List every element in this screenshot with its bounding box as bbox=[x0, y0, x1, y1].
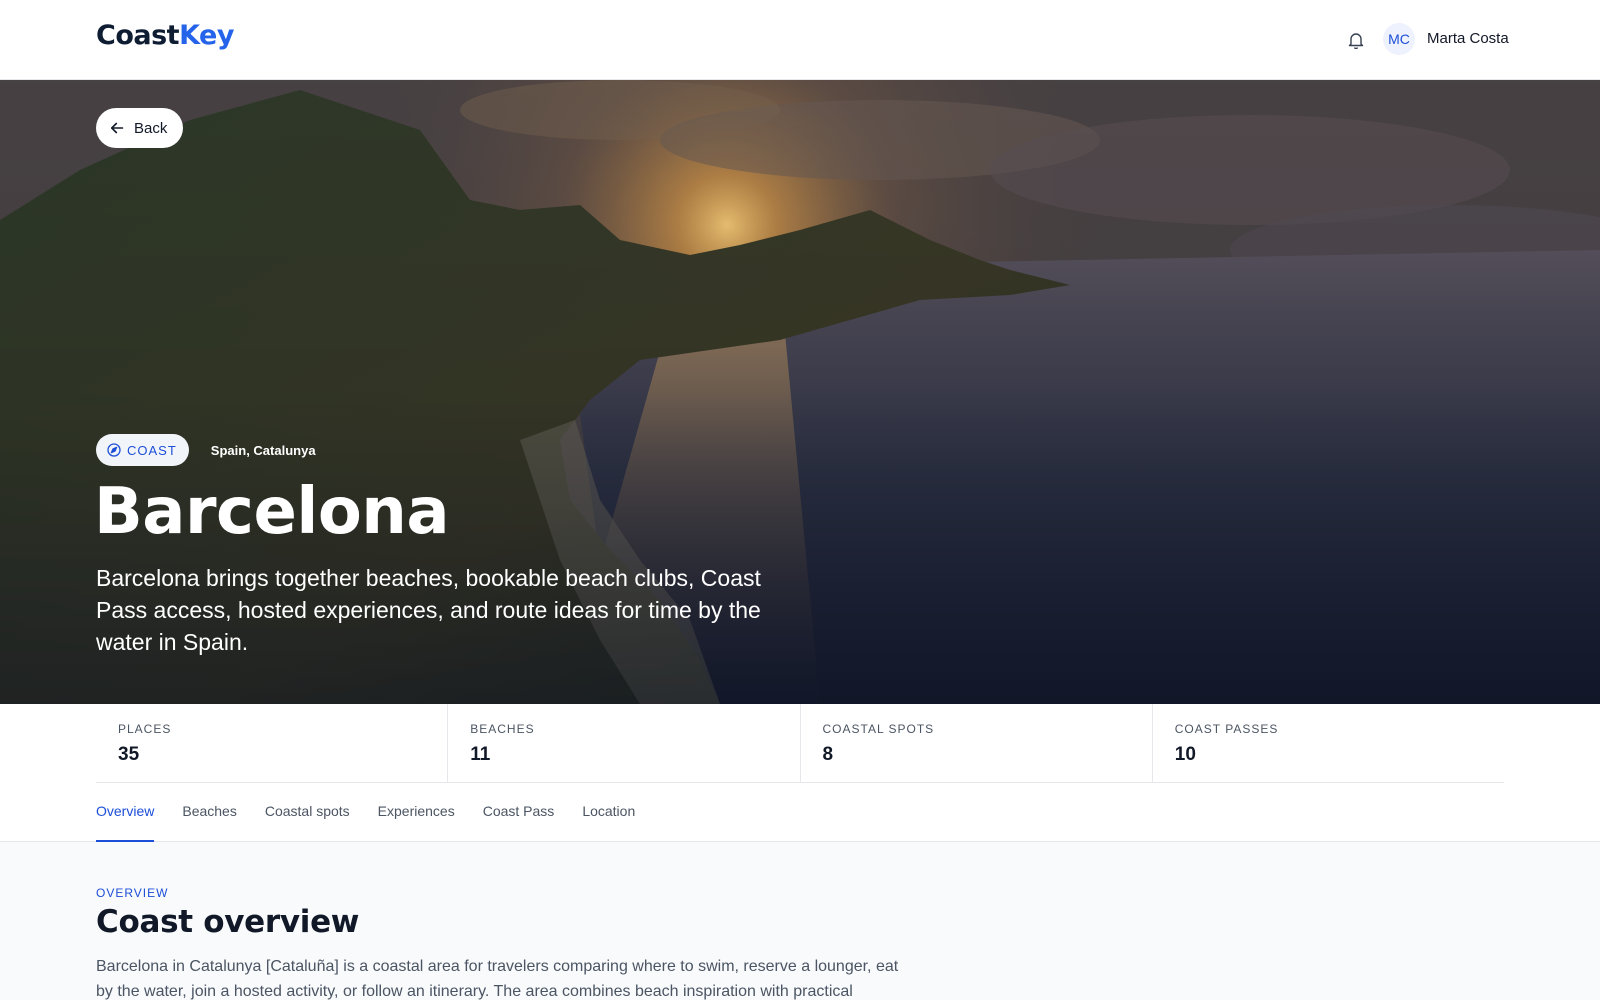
page-title: Barcelona bbox=[94, 475, 450, 549]
stat-coastal-spots: COASTAL SPOTS 8 bbox=[801, 704, 1153, 782]
hero-description: Barcelona brings together beaches, booka… bbox=[96, 565, 761, 655]
back-button-label: Back bbox=[134, 119, 168, 137]
stat-label: COASTAL SPOTS bbox=[822, 722, 935, 736]
stat-value: 11 bbox=[470, 744, 491, 765]
hero-banner: Back COAST Spain, Catalunya Barcelona Ba… bbox=[0, 80, 1600, 704]
overview-title: Coast overview bbox=[96, 904, 360, 940]
stat-label: BEACHES bbox=[470, 722, 535, 736]
back-button[interactable]: Back bbox=[96, 108, 184, 148]
stat-value: 10 bbox=[1174, 744, 1196, 765]
overview-eyebrow: OVERVIEW bbox=[96, 886, 169, 900]
tab-experiences[interactable]: Experiences bbox=[378, 784, 455, 842]
tab-coastal-spots[interactable]: Coastal spots bbox=[265, 784, 350, 842]
hero-meta: COAST Spain, Catalunya bbox=[96, 434, 316, 466]
user-name[interactable]: Marta Costa bbox=[1427, 30, 1509, 47]
coastkey-logo[interactable]: CoastKey bbox=[96, 20, 234, 51]
stats-bar: PLACES 35 BEACHES 11 COASTAL SPOTS 8 COA… bbox=[0, 704, 1600, 784]
category-badge: COAST bbox=[96, 434, 189, 466]
stat-coast-passes: COAST PASSES 10 bbox=[1153, 704, 1504, 782]
user-avatar[interactable]: MC bbox=[1383, 23, 1415, 55]
top-navigation-bar: CoastKey MC Marta Costa bbox=[0, 0, 1600, 80]
stat-places: PLACES 35 bbox=[96, 704, 449, 782]
stat-label: COAST PASSES bbox=[1174, 722, 1279, 736]
arrow-left-icon bbox=[111, 122, 124, 134]
compass-icon bbox=[107, 443, 121, 457]
bell-icon[interactable] bbox=[1346, 29, 1366, 51]
section-tabs: Overview Beaches Coastal spots Experienc… bbox=[0, 784, 1600, 842]
category-badge-label: COAST bbox=[127, 442, 177, 458]
region-label: Spain, Catalunya bbox=[210, 442, 316, 458]
tab-location[interactable]: Location bbox=[582, 784, 635, 842]
logo-accent-text: Key bbox=[179, 20, 234, 51]
tab-overview[interactable]: Overview bbox=[96, 784, 155, 842]
stat-beaches: BEACHES 11 bbox=[448, 704, 801, 782]
stat-label: PLACES bbox=[118, 722, 172, 736]
logo-primary-text: Coast bbox=[96, 20, 180, 51]
overview-section: OVERVIEW Coast overview Barcelona in Cat… bbox=[96, 842, 936, 1000]
tab-beaches[interactable]: Beaches bbox=[182, 784, 236, 842]
stat-value: 35 bbox=[118, 744, 140, 765]
overview-body: Barcelona in Catalunya [Cataluña] is a c… bbox=[96, 958, 899, 1000]
stat-value: 8 bbox=[822, 744, 834, 765]
tab-coast-pass[interactable]: Coast Pass bbox=[483, 784, 555, 842]
